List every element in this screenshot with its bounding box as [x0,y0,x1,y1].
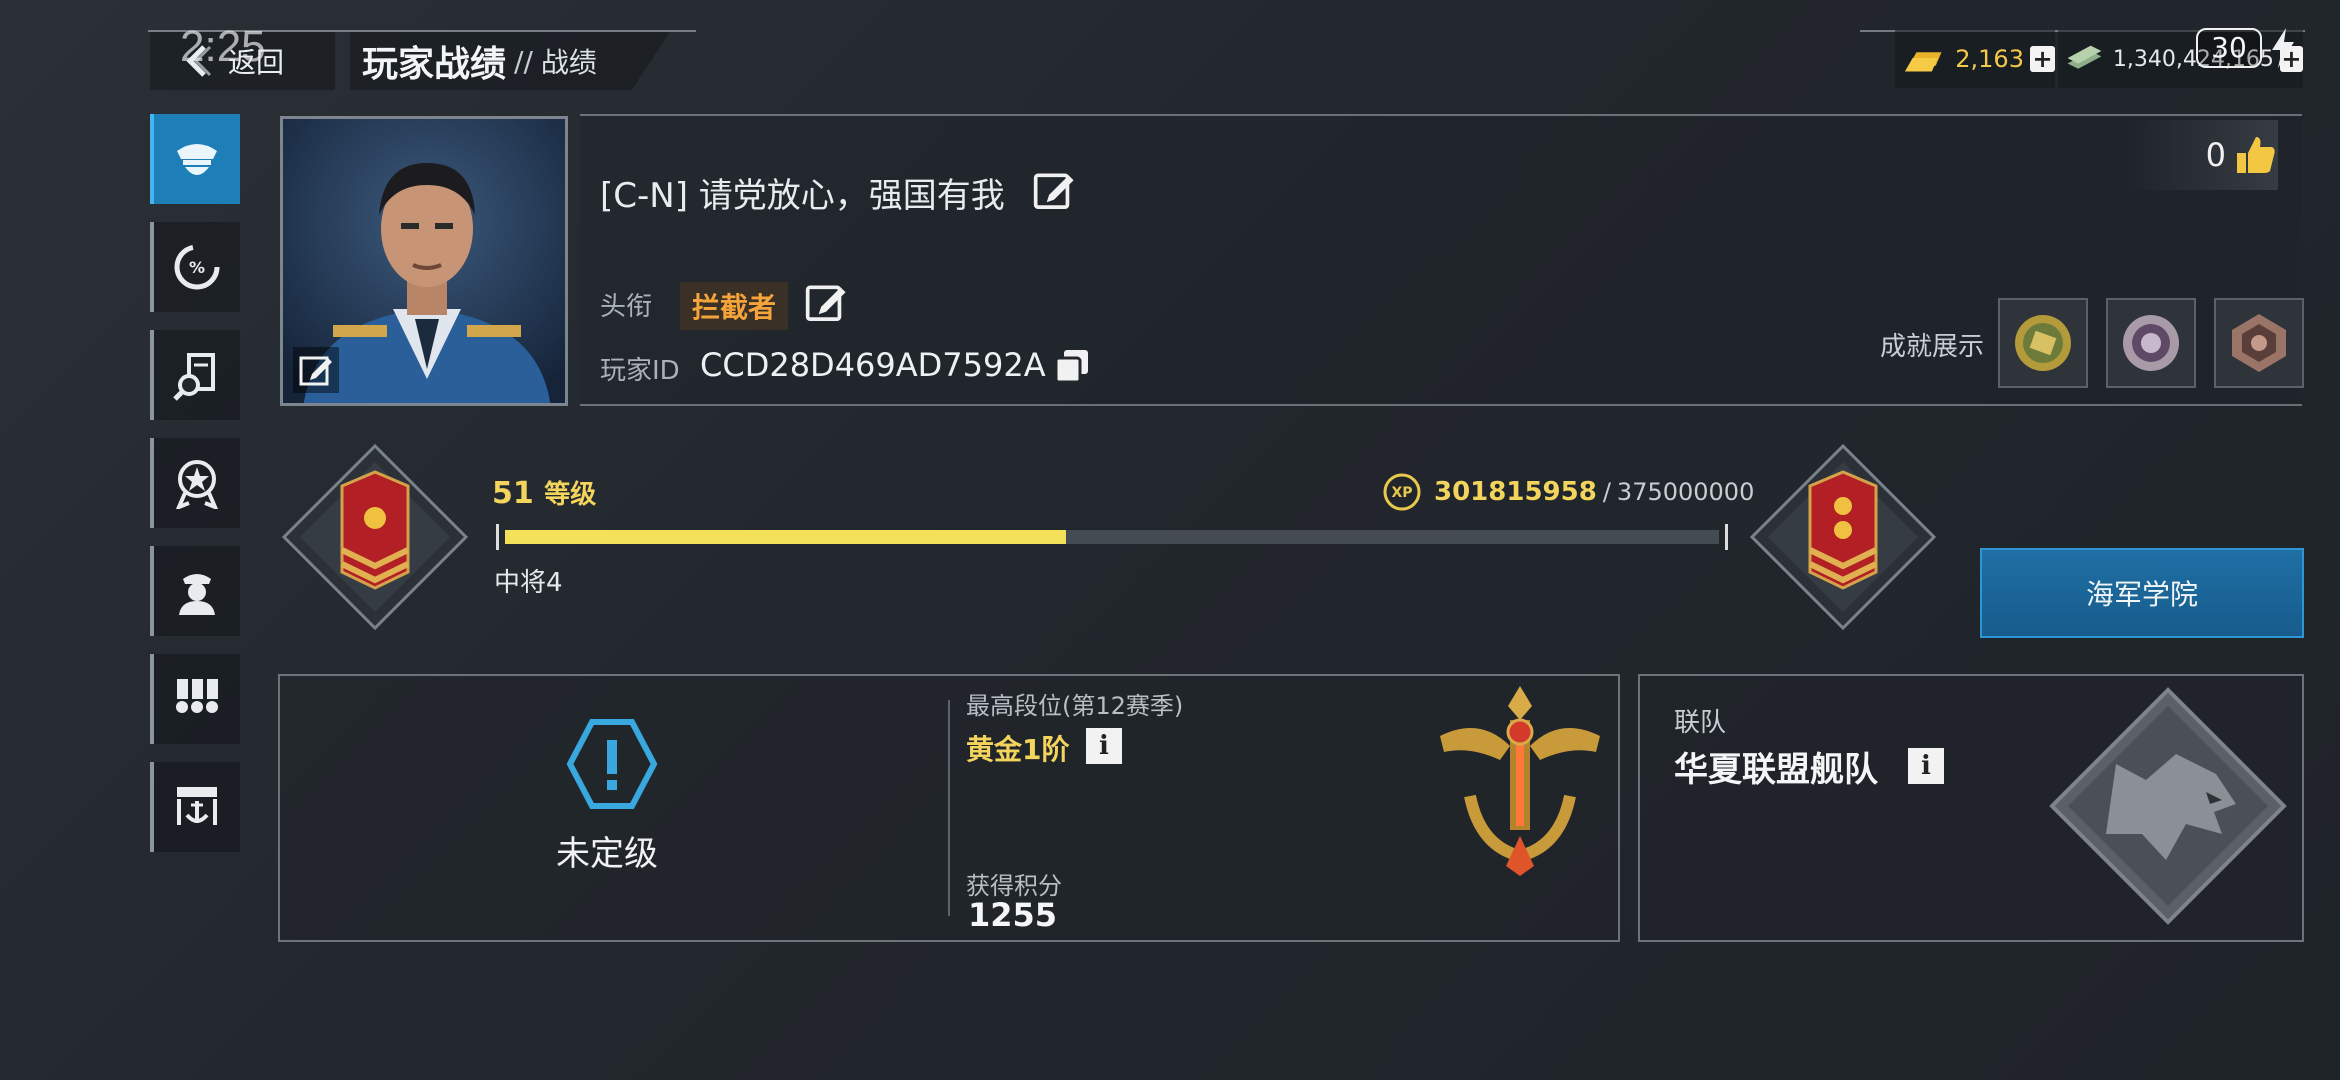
player-title-badge: 拦截者 [680,282,789,330]
sidebar-item-medals[interactable] [150,654,240,744]
xp-max: 375000000 [1616,478,1755,506]
edit-icon [805,285,846,321]
star-medal-icon [175,460,219,509]
league-label: 联队 [1674,708,1727,738]
title-separator: // [514,44,533,78]
cash-stack-icon [2067,45,2102,69]
naval-academy-button[interactable]: 海军学院 [1980,548,2304,638]
page-subtitle: 战绩 [540,46,597,79]
likes-count: 0 [2205,136,2226,174]
cash-resource: 1,340,424,165 + [2058,30,2303,88]
copy-id-button[interactable] [1052,346,1092,390]
page-title: 玩家战绩 [362,44,507,85]
sidebar-item-stats[interactable]: % [150,222,240,312]
status-time: 2:25 [180,22,266,71]
sidebar-item-profile[interactable] [150,114,240,204]
likes-button[interactable]: 0 [2128,120,2278,190]
achievement-slot-3[interactable] [2214,298,2304,388]
edit-avatar-button[interactable] [293,347,339,393]
sidebar-item-ship-search[interactable] [150,330,240,420]
title-label: 头衔 [600,292,653,322]
ranked-divider [948,700,950,916]
player-id-value: CCD28D469AD7592A [700,346,1046,384]
achievement-slot-1[interactable] [1998,298,2088,388]
gold-resource: 2,163 + [1895,30,2055,88]
copy-icon [1054,350,1088,384]
ship-magnifier-icon [173,353,215,401]
thumbs-up-icon [2237,137,2275,173]
charging-icon [2272,28,2294,68]
add-gold-button[interactable]: + [2029,46,2055,72]
ribbons-icon [176,679,218,713]
level-suffix: 等级 [544,480,597,510]
wolf-emblem-icon [2049,687,2287,925]
gold-medal-icon [2015,315,2071,371]
edit-title-button[interactable] [804,280,848,328]
level-number: 51 [492,476,534,511]
officer-cap-icon [177,144,217,175]
xp-progress-bar [496,524,1728,550]
tier-label: 黄金1阶 [966,733,1070,766]
percent-chart-icon: % [174,244,220,290]
edit-icon [1033,173,1074,209]
page-title-bar: 玩家战绩 // 战绩 [350,32,670,90]
xp-icon: XP [1383,473,1421,511]
current-rank-emblem [280,442,470,632]
league-name: 华夏联盟舰队 [1674,750,1878,790]
sidebar-item-harbor[interactable] [150,762,240,852]
silver-medal-icon [2123,315,2179,371]
xp-fill [505,530,1066,544]
next-rank-emblem [1748,442,1938,632]
sailor-icon [179,574,215,615]
achievement-slot-2[interactable] [2106,298,2196,388]
sidebar-item-crew[interactable] [150,546,240,636]
anchor-harbor-icon [177,787,217,825]
gold-bar-icon [1904,52,1942,72]
avatar[interactable] [280,116,568,406]
xp-separator: / [1602,478,1611,506]
gold-value: 2,163 [1955,45,2024,73]
achievements-label: 成就展示 [1880,332,1985,362]
xp-track [505,530,1719,544]
xp-current: 301815958 [1434,477,1597,507]
league-info-button[interactable]: i [1908,748,1944,784]
season-label: 最高段位(第12赛季) [966,692,1184,720]
rank-name: 中将4 [494,568,563,598]
points-value: 1255 [968,896,1058,934]
sidebar-item-achievements[interactable] [150,438,240,528]
player-name: [C-N] 请党放心，强国有我 [600,176,1005,216]
warning-icon [566,719,658,809]
xp-readout: XP 301815958 / 375000000 [1382,472,1754,512]
gold-tier-emblem [1440,686,1600,876]
edit-icon [299,356,332,386]
player-level: 51 等级 [492,474,596,511]
player-id-label: 玩家ID [600,356,680,386]
bronze-medal-icon [2232,314,2286,372]
svg-text:%: % [189,258,205,277]
unranked-label: 未定级 [556,834,658,874]
status-badge: 30 [2196,28,2262,68]
tier-info-button[interactable]: i [1086,728,1122,764]
svg-text:XP: XP [1391,485,1412,501]
edit-name-button[interactable] [1032,168,1076,216]
